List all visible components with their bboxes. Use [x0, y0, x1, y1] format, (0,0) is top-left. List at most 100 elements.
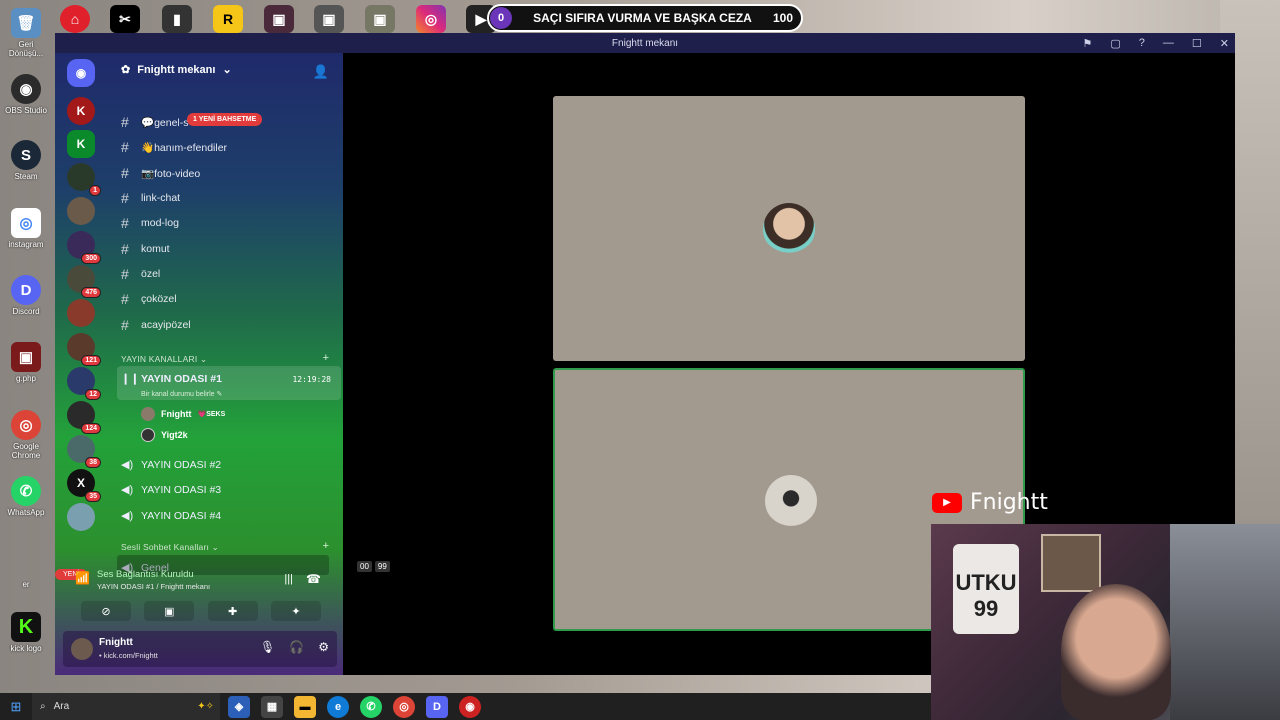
desktop-icon-recycle-bin[interactable]: 🗑 Geri Dönüşü...: [4, 8, 48, 58]
file-explorer-icon[interactable]: ▬: [294, 695, 316, 718]
obs-icon: ◉: [11, 74, 41, 104]
voice-connected-subtitle[interactable]: YAYIN ODASI #1 / Fnightt mekanı: [97, 582, 210, 591]
desktop-icon-whatsapp[interactable]: ✆ WhatsApp: [4, 476, 48, 517]
desktop-icon-steam[interactable]: S Steam: [4, 140, 48, 181]
search-icon: ⌕: [40, 701, 46, 712]
soundboard-icon[interactable]: ✦: [270, 601, 321, 621]
camera-off-icon[interactable]: ⊘: [81, 601, 131, 621]
channel-foto-video[interactable]: # 📷foto-video: [121, 165, 200, 181]
instagram-chrome-icon: ◎: [11, 208, 41, 238]
voice-channel-yayin-odasi-3[interactable]: ◀) YAYIN ODASI #3: [121, 483, 221, 497]
windows-start-icon[interactable]: ⊞: [0, 699, 32, 715]
x-server-icon[interactable]: X 35: [67, 469, 101, 502]
server-icon[interactable]: 121: [67, 333, 101, 366]
voice-channel-yayin-odasi-4[interactable]: ◀) YAYIN ODASI #4: [121, 509, 221, 523]
screen-share-icon[interactable]: ▣: [144, 601, 195, 621]
desktop-icon-obs[interactable]: ◉ OBS Studio: [4, 74, 48, 115]
game-shortcut-3-icon[interactable]: ▣: [314, 5, 344, 33]
voice-member[interactable]: Fnightt 💗SEKS: [141, 407, 225, 421]
discord-icon: D: [11, 275, 41, 305]
discord-home-icon[interactable]: ◉: [67, 59, 95, 87]
server-icon[interactable]: 12: [67, 367, 101, 400]
minimize-icon[interactable]: —: [1163, 37, 1174, 49]
user-name[interactable]: Fnightt: [99, 637, 133, 648]
desktop-icon-discord[interactable]: D Discord: [4, 275, 48, 316]
app-shortcut-red-icon[interactable]: ⌂: [60, 5, 90, 33]
maximize-icon[interactable]: ☐: [1192, 37, 1202, 50]
hash-icon: #: [121, 139, 129, 155]
add-channel-icon[interactable]: +: [323, 352, 329, 364]
rockstar-icon[interactable]: R: [213, 5, 243, 33]
voice-channel-yayin-odasi-2[interactable]: ◀) YAYIN ODASI #2: [121, 458, 221, 472]
channel-hanim-efendiler[interactable]: # 👋hanım-efendiler: [121, 139, 227, 155]
copilot-icon[interactable]: ◈: [228, 695, 250, 718]
channel-komut[interactable]: # komut: [121, 241, 170, 257]
voice-connected-title: Ses Bağlantısı Kuruldu: [97, 569, 194, 580]
noise-suppression-icon[interactable]: |||: [284, 573, 293, 585]
server-header[interactable]: ✿ Fnightt mekanı ⌄: [121, 63, 232, 77]
hash-icon: #: [121, 266, 129, 282]
signal-icon[interactable]: 📶: [75, 571, 90, 585]
disconnect-icon[interactable]: ☎: [306, 572, 321, 586]
taskbar-apps: ◈ ▦ ▬ e ✆ ◎ D ◉: [228, 695, 481, 718]
help-icon[interactable]: ?: [1139, 37, 1145, 49]
desktop-icon-gphp[interactable]: ▣ g.php: [4, 342, 48, 383]
mention-badge[interactable]: 1 YENİ BAHSETME: [187, 113, 263, 126]
instagram-icon[interactable]: ◎: [416, 5, 446, 33]
desktop-icon-chrome[interactable]: ◎ Google Chrome: [4, 410, 48, 460]
speaker-icon: ◀): [121, 459, 134, 471]
server-icon[interactable]: 1: [67, 163, 101, 196]
capcut-icon[interactable]: ✂: [110, 5, 140, 33]
chrome-icon[interactable]: ◎: [393, 695, 415, 718]
close-icon[interactable]: ✕: [1220, 37, 1229, 50]
hash-icon: #: [121, 317, 129, 333]
activities-icon[interactable]: ✚: [207, 601, 258, 621]
channel-cokozel[interactable]: # çoközel: [121, 291, 177, 307]
server-icon[interactable]: 38: [67, 435, 101, 468]
voice-channel-yayin-odasi-1[interactable]: ❙❙ YAYIN ODASI #1: [121, 372, 222, 386]
headphones-icon[interactable]: 🎧: [289, 640, 304, 654]
screen-share-icon[interactable]: ▢: [1110, 37, 1120, 50]
server-icon[interactable]: K: [67, 97, 95, 125]
voice-member[interactable]: Yigt2k: [141, 428, 188, 442]
channel-status-prompt[interactable]: Bir kanal durumu belirle ✎: [141, 390, 222, 398]
avatar[interactable]: [71, 638, 93, 660]
category-yayin-kanallari[interactable]: YAYIN KANALLARI ⌄: [121, 354, 207, 365]
goal-right-count: 100: [772, 11, 793, 25]
desktop-icon-kick[interactable]: Kkick logo: [4, 612, 48, 653]
channel-mod-log[interactable]: # mod-log: [121, 215, 179, 231]
voice-connection-panel: 📶 Ses Bağlantısı Kuruldu YAYIN ODASI #1 …: [63, 563, 335, 623]
youtube-icon: ▶: [932, 492, 962, 513]
microphone-icon[interactable]: 🎙: [260, 640, 275, 654]
flag-icon[interactable]: ⚑: [1083, 37, 1093, 50]
taskbar-search[interactable]: ⌕ Ara ✦✧: [32, 693, 220, 720]
channel-acayipozel[interactable]: # acayipözel: [121, 317, 191, 333]
game-shortcut-2-icon[interactable]: ▣: [264, 5, 294, 33]
invite-user-icon[interactable]: 👤: [313, 64, 329, 80]
voice-controls: ⊘ ▣ ✚ ✦: [81, 601, 321, 621]
video-tile-fnightt[interactable]: [553, 96, 1025, 361]
add-channel-icon[interactable]: +: [323, 540, 329, 552]
discord-icon[interactable]: D: [426, 695, 448, 718]
server-icon[interactable]: [67, 197, 95, 225]
gear-icon[interactable]: ⚙: [318, 640, 329, 654]
channel-ozel[interactable]: # özel: [121, 266, 160, 282]
channel-link-chat[interactable]: # link-chat: [121, 190, 180, 206]
server-icon[interactable]: 476: [67, 265, 101, 298]
obs-icon[interactable]: ◉: [459, 695, 481, 718]
game-shortcut-icon[interactable]: ▮: [162, 5, 192, 33]
server-icon[interactable]: 300: [67, 231, 101, 264]
desktop-icon-er[interactable]: er: [4, 578, 48, 589]
desktop-icon-instagram[interactable]: ◎ instagram: [4, 208, 48, 249]
kick-server-icon[interactable]: K: [67, 130, 95, 158]
server-icon[interactable]: 124: [67, 401, 101, 434]
store-icon[interactable]: ▦: [261, 695, 283, 718]
server-icon[interactable]: [67, 299, 95, 327]
recycle-bin-icon: 🗑: [11, 8, 41, 38]
category-sesli-sohbet[interactable]: Sesli Sohbet Kanalları ⌄: [121, 542, 219, 553]
whatsapp-icon[interactable]: ✆: [360, 695, 382, 718]
edge-icon[interactable]: e: [327, 695, 349, 718]
channel-genel-sohbet[interactable]: # 💬genel-s: [121, 114, 189, 130]
game-shortcut-4-icon[interactable]: ▣: [365, 5, 395, 33]
server-icon[interactable]: [67, 503, 95, 531]
